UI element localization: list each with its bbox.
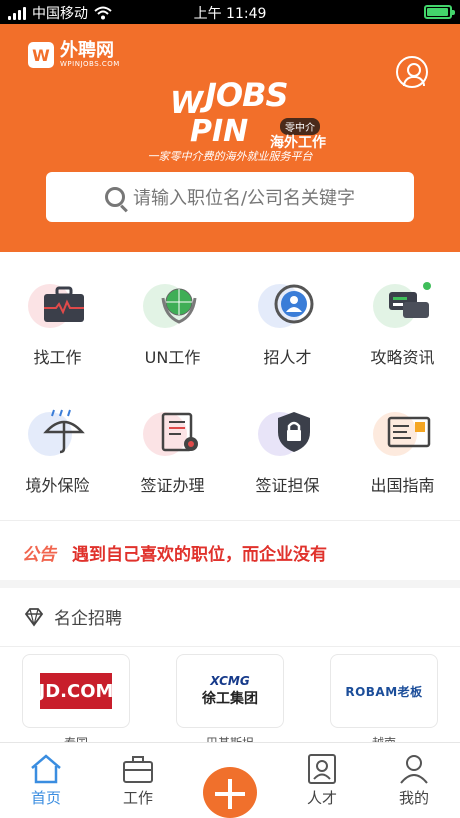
tab-label: 首页 bbox=[30, 789, 61, 807]
divider bbox=[0, 520, 460, 521]
service-label: 签证担保 bbox=[255, 476, 320, 495]
briefcase-icon bbox=[43, 286, 84, 322]
battery-icon bbox=[424, 5, 455, 19]
service-guides-news[interactable]: 攻略资讯 bbox=[345, 260, 460, 388]
logo-pin: PIN bbox=[190, 114, 249, 149]
status-bar: 中国移动 上午 11:49 bbox=[0, 0, 460, 24]
company-card[interactable]: ROBAM老板 越南 bbox=[330, 654, 438, 751]
user-icon bbox=[400, 755, 428, 784]
service-label: 攻略资讯 bbox=[370, 348, 435, 367]
talent-icon bbox=[274, 284, 313, 324]
visa-doc-icon bbox=[161, 412, 198, 452]
logo-jobs: JOBS bbox=[205, 76, 289, 114]
service-visa-processing[interactable]: 签证办理 bbox=[115, 388, 230, 516]
shield-lock-icon bbox=[277, 412, 310, 452]
service-hire-talent[interactable]: 招人才 bbox=[230, 260, 345, 388]
tab-label: 我的 bbox=[398, 789, 429, 807]
profile-card-icon bbox=[308, 754, 336, 784]
brand-logo[interactable]: W 外聘网 WPINJOBS.COM bbox=[28, 42, 120, 68]
service-label: 找工作 bbox=[33, 348, 82, 367]
tab-jobs[interactable]: 工作 bbox=[92, 743, 184, 818]
company-card[interactable]: JD.COM 泰国 bbox=[22, 654, 130, 751]
service-label: 招人才 bbox=[263, 348, 312, 367]
search-placeholder: 请输入职位名/公司名关键字 bbox=[132, 188, 356, 209]
umbrella-icon bbox=[42, 409, 85, 454]
company-logo-xcmg: XCMG 徐工集团 bbox=[202, 674, 258, 707]
announcement-bar[interactable]: 公告 遇到自己喜欢的职位，而企业没有 bbox=[22, 540, 327, 565]
un-emblem-icon bbox=[161, 288, 196, 324]
plus-icon bbox=[203, 767, 257, 818]
service-travel-guide[interactable]: 出国指南 bbox=[345, 388, 460, 516]
tab-post[interactable] bbox=[184, 743, 276, 818]
announcement-text[interactable]: 遇到自己喜欢的职位，而企业没有 bbox=[72, 540, 327, 565]
service-find-job[interactable]: 找工作 bbox=[0, 260, 115, 388]
service-overseas-insurance[interactable]: 境外保险 bbox=[0, 388, 115, 516]
service-label: 境外保险 bbox=[25, 476, 90, 495]
tagline: 一家零中介费的海外就业服务平台 bbox=[147, 150, 313, 163]
service-label: UN工作 bbox=[144, 348, 201, 367]
profile-icon[interactable] bbox=[396, 56, 428, 88]
search-icon bbox=[104, 187, 125, 207]
chat-icon bbox=[388, 282, 431, 318]
featured-section-header: 名企招聘 bbox=[24, 604, 122, 629]
service-grid: 找工作 UN工作 招人才 攻略资讯 境外保险 签证办理 签证担保 出国指南 bbox=[0, 260, 460, 516]
divider bbox=[0, 646, 460, 647]
tab-label: 人才 bbox=[306, 789, 337, 807]
service-label: 签证办理 bbox=[140, 476, 205, 495]
diamond-icon bbox=[24, 607, 44, 627]
featured-title: 名企招聘 bbox=[54, 609, 122, 629]
tab-talent[interactable]: 人才 bbox=[276, 743, 368, 818]
bottom-tab-bar: 首页 工作 人才 我的 bbox=[0, 742, 460, 818]
hero-header: W 外聘网 WPINJOBS.COM W JOBS PIN 零中介 海外工作 一… bbox=[0, 24, 460, 252]
brand-name: 外聘网 bbox=[60, 40, 114, 61]
postcard-icon bbox=[387, 416, 430, 448]
status-time: 上午 11:49 bbox=[193, 6, 267, 22]
company-logo-robam: ROBAM老板 bbox=[345, 684, 423, 699]
home-icon bbox=[31, 754, 61, 784]
company-list: JD.COM 泰国 XCMG 徐工集团 巴基斯坦 ROBAM老板 越南 bbox=[0, 654, 460, 751]
tab-home[interactable]: 首页 bbox=[0, 743, 92, 818]
company-logo-jd: JD.COM bbox=[39, 673, 113, 709]
service-visa-guarantee[interactable]: 签证担保 bbox=[230, 388, 345, 516]
brand-domain: WPINJOBS.COM bbox=[60, 60, 120, 68]
tab-mine[interactable]: 我的 bbox=[368, 743, 460, 818]
briefcase-icon bbox=[123, 756, 153, 783]
section-divider bbox=[0, 580, 460, 588]
announcement-tag: 公告 bbox=[22, 545, 56, 565]
service-label: 出国指南 bbox=[370, 476, 435, 495]
tab-label: 工作 bbox=[122, 789, 153, 807]
company-card[interactable]: XCMG 徐工集团 巴基斯坦 bbox=[176, 654, 284, 751]
service-un-job[interactable]: UN工作 bbox=[115, 260, 230, 388]
search-input[interactable]: 请输入职位名/公司名关键字 bbox=[46, 172, 414, 222]
brand-mark-icon: W bbox=[28, 42, 54, 68]
